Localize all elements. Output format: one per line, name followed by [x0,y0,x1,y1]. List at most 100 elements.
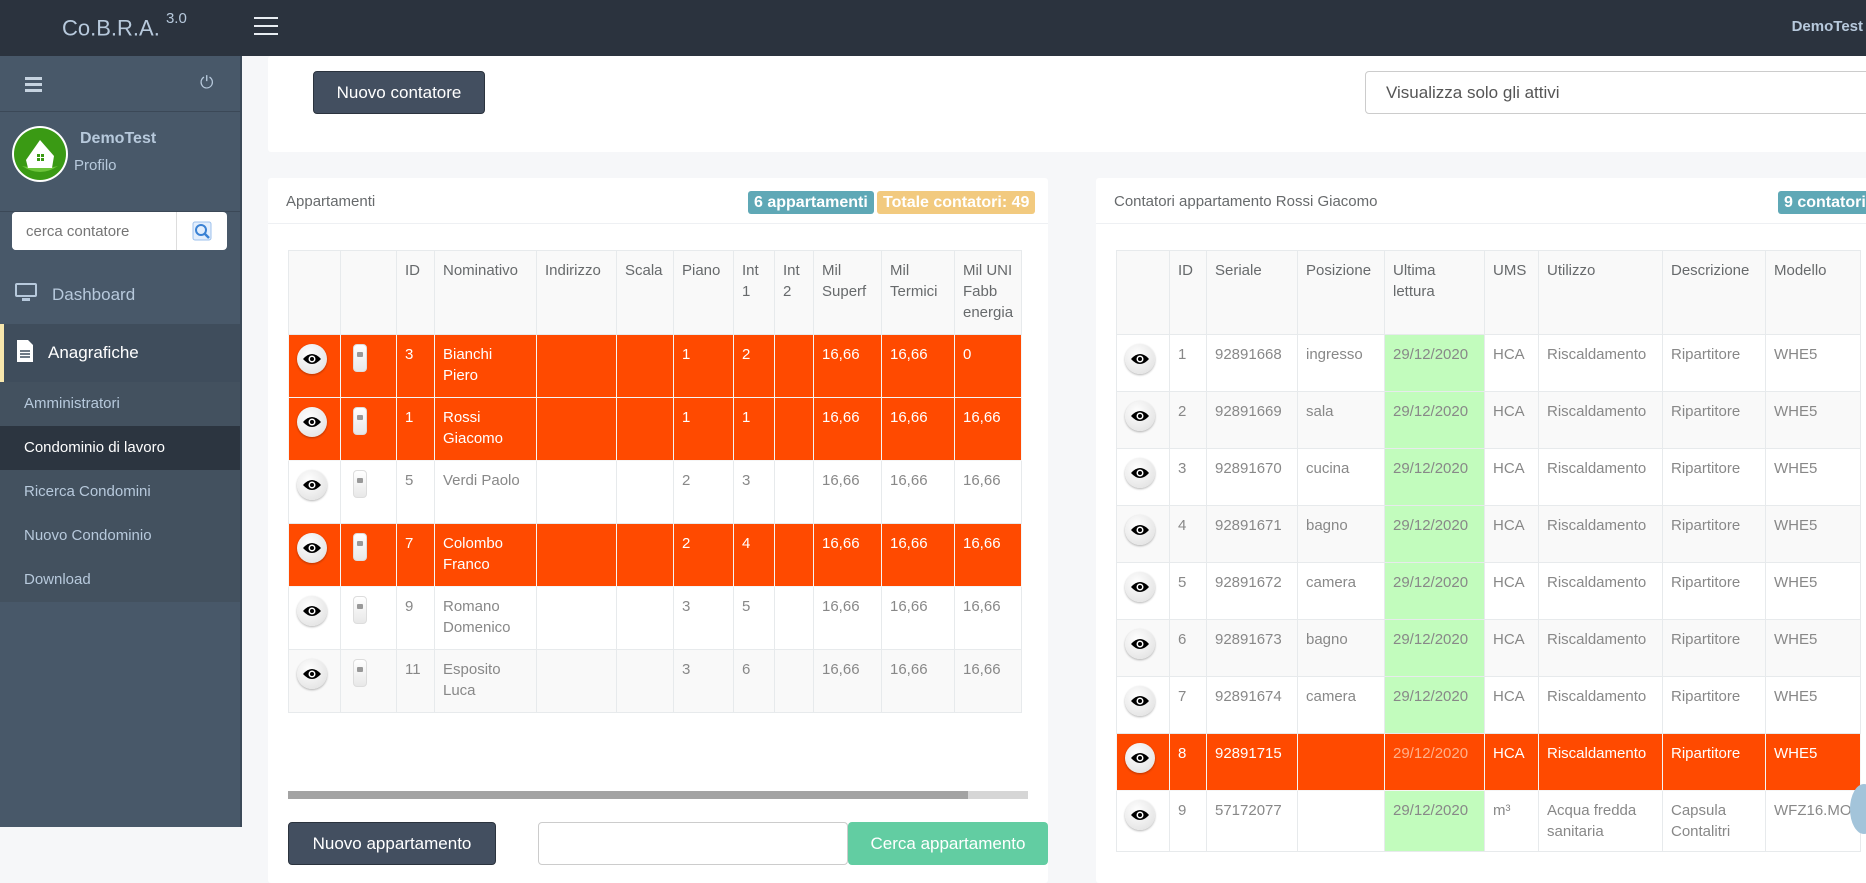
apartment-row[interactable]: 11Esposito Luca3616,6616,6616,66 [289,650,1022,713]
meter-search-input[interactable] [12,212,177,250]
view-eye-icon[interactable] [1125,629,1155,659]
col-header[interactable]: ID [1170,251,1207,335]
col-header[interactable]: UMS [1485,251,1539,335]
col-header[interactable]: Descrizione [1663,251,1766,335]
view-eye-icon[interactable] [297,407,327,437]
sidebar-subitem-amministratori[interactable]: Amministratori [0,382,240,426]
new-apartment-button[interactable]: Nuovo appartamento [288,822,496,865]
view-cell [289,587,341,650]
col-header[interactable]: Mil Termici [882,251,955,335]
col-header[interactable]: Piano [674,251,734,335]
meter-ums-cell: HCA [1485,620,1539,677]
view-eye-icon[interactable] [1125,800,1155,830]
col-header[interactable]: Ultima lettura [1385,251,1485,335]
sidebar-item-dashboard[interactable]: Dashboard [0,266,240,324]
sidebar-item-anagrafiche[interactable]: Anagrafiche [0,324,240,382]
meter-row[interactable]: 492891671bagno29/12/2020HCARiscaldamento… [1117,506,1861,563]
sidebar-subitem-nuovo-condominio[interactable]: Nuovo Condominio [0,514,240,558]
meter-modello-cell: WHE5 [1766,335,1861,392]
view-eye-icon[interactable] [1125,515,1155,545]
meter-row[interactable]: 192891668ingresso29/12/2020HCARiscaldame… [1117,335,1861,392]
hamburger-menu-icon[interactable] [254,17,278,37]
apartments-table: ID Nominativo Indirizzo Scala Piano Int … [288,250,1022,713]
meter-row[interactable]: 95717207729/12/2020m³Acqua fredda sanita… [1117,791,1861,852]
apartment-row[interactable]: 5Verdi Paolo2316,6616,6616,66 [289,461,1022,524]
new-meter-button[interactable]: Nuovo contatore [313,71,485,114]
app-logo[interactable]: Co.B.R.A. 3.0 [62,14,187,41]
apartments-count-badge: 6 appartamenti [748,191,874,214]
col-header[interactable]: Utilizzo [1539,251,1663,335]
avatar[interactable] [12,126,68,182]
col-header[interactable]: Mil UNI Fabb energia [955,251,1022,335]
apartment-row[interactable]: 3Bianchi Piero1216,6616,660 [289,335,1022,398]
sidebar-subitem-condominio-di-lavoro[interactable]: Condominio di lavoro [0,426,240,470]
col-header[interactable]: Indirizzo [537,251,617,335]
col-header[interactable]: ID [397,251,435,335]
app-version: 3.0 [166,10,187,27]
meter-seriale-cell: 92891674 [1207,677,1298,734]
col-header[interactable]: Modello [1766,251,1861,335]
user-menu[interactable]: DemoTest [1792,18,1863,35]
meter-row[interactable]: 792891674camera29/12/2020HCARiscaldament… [1117,677,1861,734]
view-eye-icon[interactable] [297,596,327,626]
meter-row[interactable]: 89289171529/12/2020HCARiscaldamentoRipar… [1117,734,1861,791]
meter-ultima-cell: 29/12/2020 [1385,449,1485,506]
meter-row[interactable]: 592891672camera29/12/2020HCARiscaldament… [1117,563,1861,620]
meter-device-icon[interactable] [353,533,367,561]
col-header[interactable]: Mil Superf [814,251,882,335]
meter-row[interactable]: 292891669sala29/12/2020HCARiscaldamentoR… [1117,392,1861,449]
scrollbar-thumb[interactable] [288,791,968,799]
meter-device-icon[interactable] [353,407,367,435]
sidebar-tools: ⏻ [0,56,240,112]
view-eye-icon[interactable] [1125,743,1155,773]
table-horizontal-scrollbar[interactable] [288,791,1028,799]
sidebar-subitem-download[interactable]: Download [0,558,240,602]
meter-ums-cell: HCA [1485,449,1539,506]
col-header[interactable]: Scala [617,251,674,335]
view-eye-icon[interactable] [1125,458,1155,488]
meter-modello-cell: WFZ16.MO [1766,791,1861,852]
meter-row[interactable]: 692891673bagno29/12/2020HCARiscaldamento… [1117,620,1861,677]
apartment-int2-cell [775,398,814,461]
view-eye-icon[interactable] [297,533,327,563]
meter-device-icon[interactable] [353,596,367,624]
apartment-row[interactable]: 1Rossi Giacomo1116,6616,6616,66 [289,398,1022,461]
collapse-menu-icon[interactable] [25,77,42,95]
col-header[interactable]: Seriale [1207,251,1298,335]
view-eye-icon[interactable] [297,470,327,500]
meter-id-cell: 2 [1170,392,1207,449]
col-header[interactable]: Nominativo [435,251,537,335]
col-header[interactable]: Posizione [1298,251,1385,335]
meter-image-cell [341,461,397,524]
col-header[interactable]: Int 1 [734,251,775,335]
meter-seriale-cell: 92891673 [1207,620,1298,677]
power-icon[interactable]: ⏻ [200,73,213,93]
apartment-row[interactable]: 9Romano Domenico3516,6616,6616,66 [289,587,1022,650]
search-button[interactable] [177,212,227,250]
view-eye-icon[interactable] [1125,572,1155,602]
view-eye-icon[interactable] [297,344,327,374]
search-apartment-button[interactable]: Cerca appartamento [848,822,1048,865]
meter-id-cell: 6 [1170,620,1207,677]
view-eye-icon[interactable] [297,659,327,689]
apartment-row[interactable]: 7Colombo Franco2416,6616,6616,66 [289,524,1022,587]
col-header[interactable]: Int 2 [775,251,814,335]
meter-ums-cell: HCA [1485,335,1539,392]
meter-ums-cell: m³ [1485,791,1539,852]
apartments-panel-header: Appartamenti 6 appartamenti Totale conta… [268,178,1048,224]
active-filter-select[interactable]: Visualizza solo gli attivi ⌄ [1365,71,1866,114]
sidebar-subitem-ricerca-condomini[interactable]: Ricerca Condomini [0,470,240,514]
view-eye-icon[interactable] [1125,344,1155,374]
meter-row[interactable]: 392891670cucina29/12/2020HCARiscaldament… [1117,449,1861,506]
apartment-search-input[interactable] [538,822,848,865]
profile-link[interactable]: Profilo [74,157,117,174]
meters-panel: Contatori appartamento Rossi Giacomo 9 c… [1096,178,1866,883]
meter-utilizzo-cell: Riscaldamento [1539,335,1663,392]
apartment-name-cell: Colombo Franco [435,524,537,587]
view-eye-icon[interactable] [1125,401,1155,431]
meter-device-icon[interactable] [353,470,367,498]
view-eye-icon[interactable] [1125,686,1155,716]
meter-device-icon[interactable] [353,659,367,687]
meter-device-icon[interactable] [353,344,367,372]
apartment-name-cell: Esposito Luca [435,650,537,713]
